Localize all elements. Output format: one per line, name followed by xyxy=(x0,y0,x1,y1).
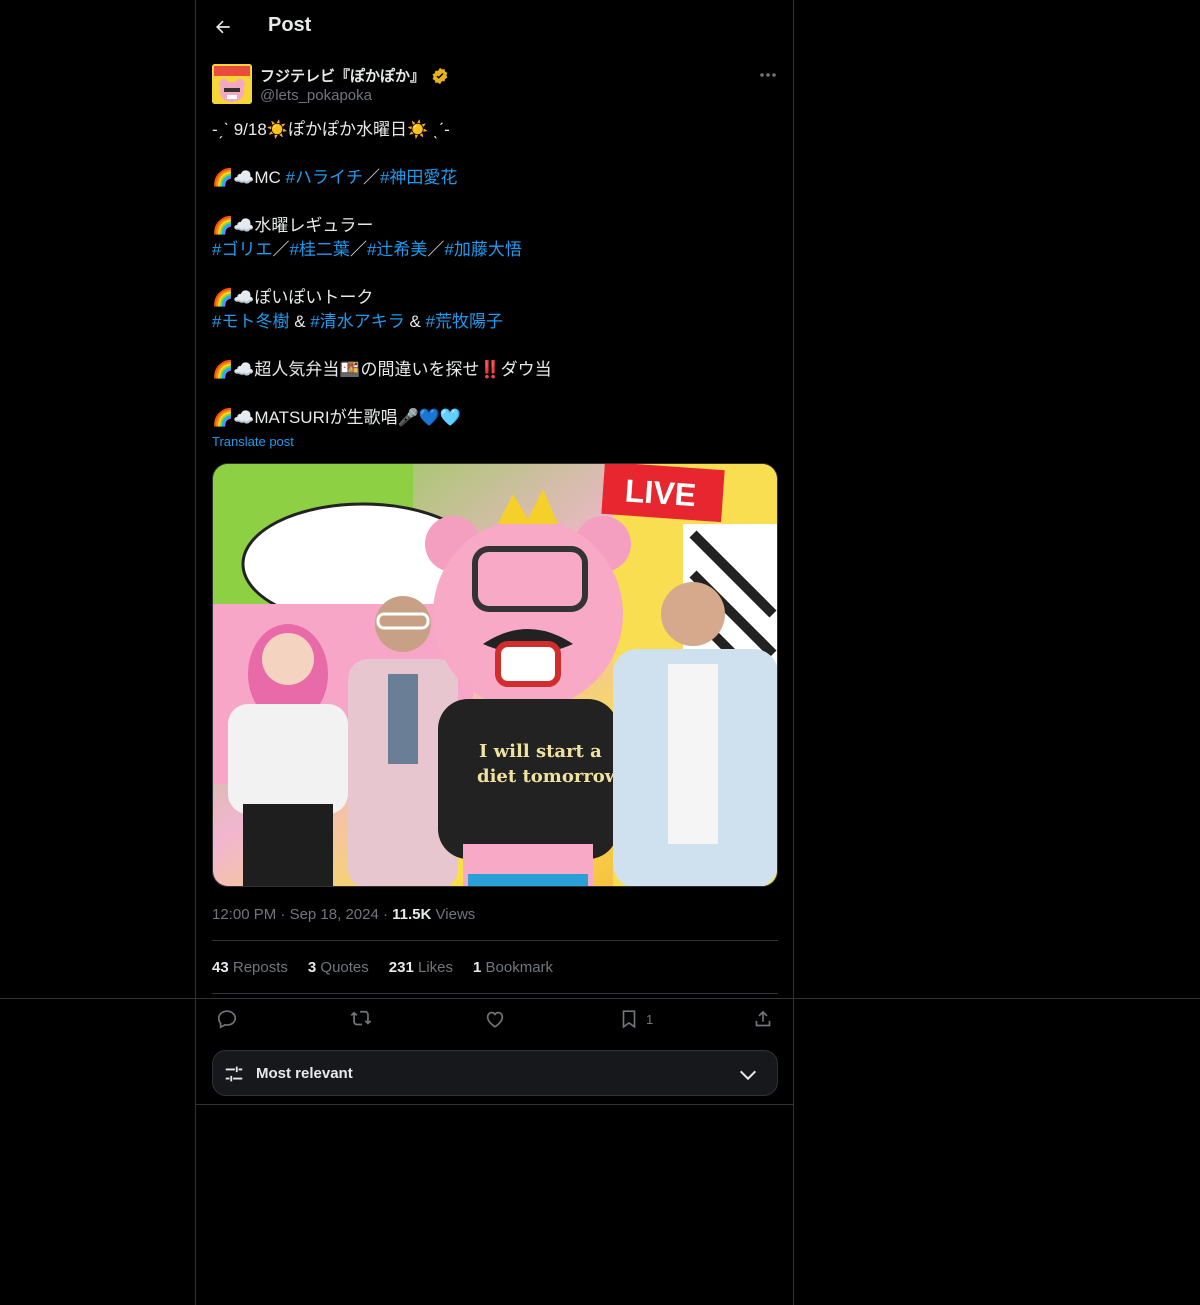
bookmarks-stat[interactable]: 1 Bookmark xyxy=(473,959,553,976)
translate-post-link[interactable]: Translate post xyxy=(212,434,294,449)
post-line: 🌈☁️水曜レギュラー xyxy=(212,216,374,235)
page-title: Post xyxy=(268,14,312,36)
sliders-icon xyxy=(225,1066,243,1082)
more-icon xyxy=(760,73,776,77)
divider xyxy=(0,998,1200,999)
bookmark-count: 1 xyxy=(646,1011,654,1027)
post-meta: 12:00 PM · Sep 18, 2024 · 11.5K Views xyxy=(212,906,475,923)
views-count: 11.5K xyxy=(392,906,432,923)
post-line-text: 🌈☁️MC xyxy=(212,168,286,187)
verified-badge-icon xyxy=(432,67,448,84)
separator: ／ xyxy=(362,168,380,187)
avatar[interactable] xyxy=(212,64,252,104)
views-label: Views xyxy=(435,906,476,923)
live-badge-text: LIVE xyxy=(624,472,697,513)
reposts-stat[interactable]: 43 Reposts xyxy=(212,959,288,976)
reposts-label: Reposts xyxy=(232,959,288,976)
hashtag-link[interactable]: #桂二葉 xyxy=(289,240,349,259)
shirt-text-line2: diet tomorrow xyxy=(477,766,621,787)
chevron-down-icon xyxy=(739,1070,757,1081)
hashtag-link[interactable]: #ゴリエ xyxy=(212,240,272,259)
hashtag-link[interactable]: #辻希美 xyxy=(367,240,427,259)
hashtag-link[interactable]: #荒牧陽子 xyxy=(426,312,503,331)
sort-label: Most relevant xyxy=(256,1065,353,1082)
page-header: Post xyxy=(196,0,795,54)
separator: ／ xyxy=(427,240,445,259)
reply-button[interactable] xyxy=(216,1006,238,1032)
post-line: 🌈☁️MC #ハライチ／#神田愛花 xyxy=(212,166,772,190)
post-image[interactable]: LIVE I will start a diet tomorrow xyxy=(212,463,778,887)
quotes-stat[interactable]: 3 Quotes xyxy=(308,959,369,976)
more-options-button[interactable] xyxy=(756,65,780,85)
heart-icon xyxy=(486,1011,504,1028)
post-line: #モト冬樹 & #清水アキラ & #荒牧陽子 xyxy=(212,310,772,334)
separator: ／ xyxy=(272,240,290,259)
divider xyxy=(212,940,778,941)
repost-button[interactable] xyxy=(350,1006,372,1032)
hashtag-link[interactable]: #ハライチ xyxy=(286,168,363,187)
quotes-count: 3 xyxy=(307,959,317,976)
post-line: 🌈☁️MATSURIが生歌唱🎤💙🩵 xyxy=(212,408,462,427)
separator: & xyxy=(404,312,426,331)
hashtag-link[interactable]: #神田愛花 xyxy=(380,168,457,187)
divider xyxy=(212,993,778,994)
reposts-count: 43 xyxy=(212,959,229,976)
separator: ／ xyxy=(349,240,367,259)
bookmarks-count: 1 xyxy=(473,959,482,976)
main-column: Post フジテレビ『ぽかぽか』 @lets_pokapoka -ˏˋ 9/18… xyxy=(195,0,794,1305)
post-line: 🌈☁️超人気弁当🍱の間違いを探せ‼️ダウ当 xyxy=(212,360,552,379)
back-button[interactable] xyxy=(208,12,238,42)
meta-separator: · xyxy=(382,906,393,923)
like-button[interactable] xyxy=(484,1006,506,1032)
meta-separator: · xyxy=(280,906,290,923)
share-icon xyxy=(755,1010,771,1027)
reply-icon xyxy=(217,1010,237,1029)
likes-stat[interactable]: 231 Likes xyxy=(389,959,453,976)
likes-count: 231 xyxy=(388,959,414,976)
repost-icon xyxy=(350,1010,372,1026)
bookmarks-label: Bookmark xyxy=(485,959,554,976)
post-line: -ˏˋ 9/18☀️ぽかぽか水曜日☀️ ˎˊ- xyxy=(212,120,450,139)
bookmark-button[interactable]: 1 xyxy=(618,1006,653,1032)
author-handle[interactable]: @lets_pokapoka xyxy=(260,87,372,104)
post-line: #ゴリエ／#桂二葉／#辻希美／#加藤大悟 xyxy=(212,238,772,262)
live-badge: LIVE xyxy=(601,464,725,523)
post-line: 🌈☁️ぽいぽいトーク xyxy=(212,288,374,307)
post-stats: 43 Reposts 3 Quotes 231 Likes 1 Bookmark xyxy=(212,959,553,976)
arrow-left-icon xyxy=(216,20,230,34)
share-button[interactable] xyxy=(752,1006,774,1032)
divider xyxy=(195,1104,794,1105)
likes-label: Likes xyxy=(417,959,454,976)
hashtag-link[interactable]: #加藤大悟 xyxy=(444,240,521,259)
quotes-label: Quotes xyxy=(320,959,369,976)
separator: & xyxy=(289,312,311,331)
post-text: -ˏˋ 9/18☀️ぽかぽか水曜日☀️ ˎˊ- 🌈☁️MC #ハライチ／#神田愛… xyxy=(212,118,772,430)
author-name-text: フジテレビ『ぽかぽか』 xyxy=(260,68,426,85)
bookmark-icon xyxy=(622,1010,636,1029)
hashtag-link[interactable]: #モト冬樹 xyxy=(212,312,289,331)
author-display-name[interactable]: フジテレビ『ぽかぽか』 xyxy=(260,65,449,86)
hashtag-link[interactable]: #清水アキラ xyxy=(310,312,404,331)
post-date[interactable]: Sep 18, 2024 xyxy=(290,906,379,923)
sort-selector[interactable]: Most relevant xyxy=(212,1050,778,1096)
shirt-text-line1: I will start a xyxy=(479,741,602,762)
post-time[interactable]: 12:00 PM xyxy=(212,906,276,923)
